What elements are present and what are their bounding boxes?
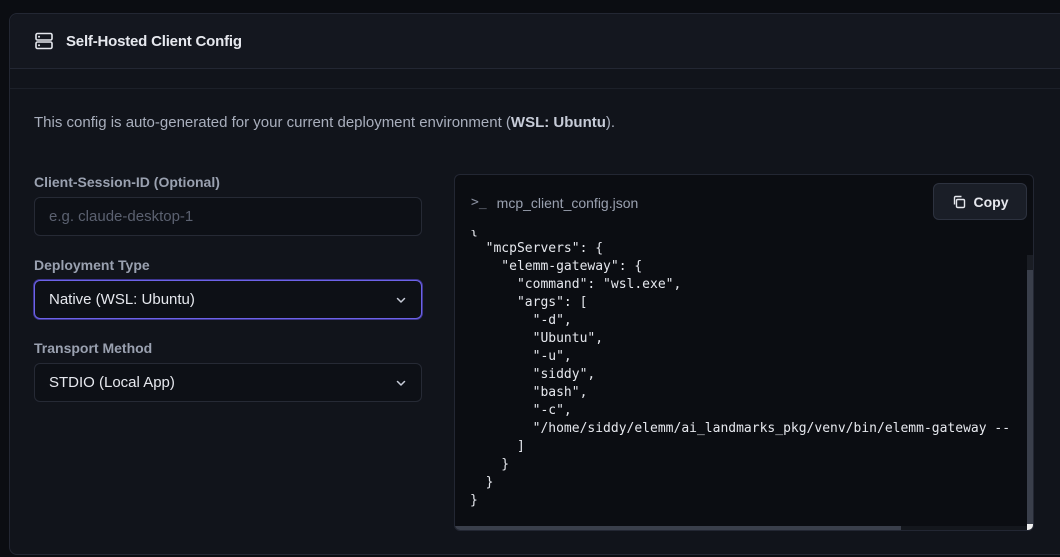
deployment-type-select[interactable]: Native (WSL: Ubuntu) bbox=[34, 280, 422, 319]
copy-button[interactable]: Copy bbox=[933, 183, 1027, 220]
copy-icon bbox=[952, 195, 966, 209]
config-card: Self-Hosted Client Config This config is… bbox=[9, 13, 1060, 555]
deployment-type-value: Native (WSL: Ubuntu) bbox=[49, 291, 195, 308]
code-header: >_ mcp_client_config.json Copy bbox=[455, 175, 1033, 230]
scrollbar-corner bbox=[1027, 524, 1033, 530]
deployment-type-label: Deployment Type bbox=[34, 257, 150, 273]
code-panel: >_ mcp_client_config.json Copy { "mcpSer… bbox=[454, 174, 1034, 531]
horizontal-scrollbar-thumb[interactable] bbox=[455, 526, 901, 530]
card-header: Self-Hosted Client Config bbox=[10, 14, 1060, 69]
header-divider bbox=[10, 68, 1060, 89]
config-json: { "mcpServers": { "elemm-gateway": { "co… bbox=[470, 230, 1011, 508]
transport-method-select[interactable]: STDIO (Local App) bbox=[34, 363, 422, 402]
session-id-label: Client-Session-ID (Optional) bbox=[34, 174, 220, 190]
transport-method-value: STDIO (Local App) bbox=[49, 374, 175, 391]
description-text: This config is auto-generated for your c… bbox=[34, 114, 511, 131]
session-id-input[interactable] bbox=[34, 197, 422, 236]
terminal-icon: >_ bbox=[471, 195, 487, 210]
card-title: Self-Hosted Client Config bbox=[66, 32, 242, 50]
vertical-scrollbar-thumb[interactable] bbox=[1027, 270, 1033, 525]
description-suffix: ). bbox=[605, 114, 616, 131]
config-description: This config is auto-generated for your c… bbox=[34, 114, 615, 131]
copy-button-label: Copy bbox=[973, 193, 1009, 210]
code-filename: mcp_client_config.json bbox=[496, 194, 639, 211]
environment-name: WSL: Ubuntu bbox=[510, 114, 606, 131]
code-block[interactable]: { "mcpServers": { "elemm-gateway": { "co… bbox=[455, 230, 1033, 530]
server-icon bbox=[34, 31, 54, 51]
chevron-down-icon bbox=[395, 377, 407, 389]
chevron-down-icon bbox=[395, 294, 407, 306]
transport-method-label: Transport Method bbox=[34, 340, 153, 356]
